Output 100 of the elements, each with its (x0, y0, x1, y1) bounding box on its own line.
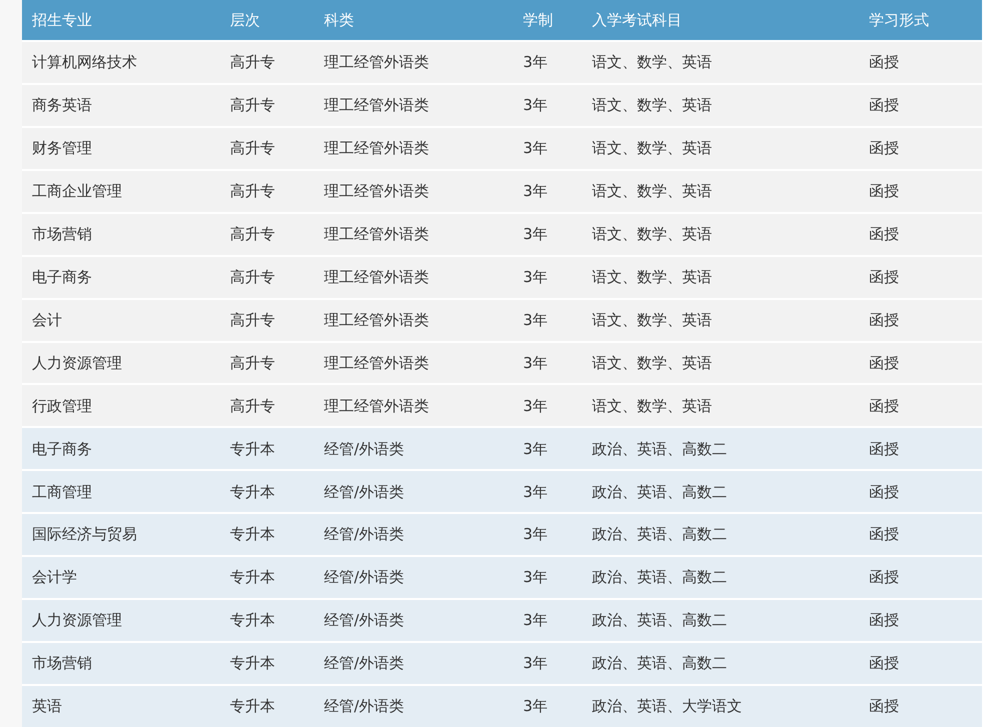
table-cell-text: 语文、数学、英语 (591, 95, 713, 116)
table-cell-text: 政治、英语、高数二 (591, 524, 728, 546)
table-cell-text: 工商企业管理 (31, 180, 123, 202)
table-cell-text: 人力资源管理 (31, 352, 123, 374)
table-cell-text: 行政管理 (31, 396, 93, 417)
table-cell-text: 理工经管外语类 (323, 52, 430, 74)
table-cell-text: 政治、英语、高数二 (591, 653, 728, 674)
table-cell-text: 函授 (868, 482, 900, 503)
table-cell-text: 函授 (868, 696, 900, 718)
table-cell-text: 语文、数学、英语 (591, 180, 713, 202)
table-cell-text: 语文、数学、英语 (591, 224, 713, 245)
table-cell-text: 理工经管外语类 (323, 138, 430, 160)
table-cell-text: 理工经管外语类 (323, 310, 430, 331)
table-cell-text: 3年 (522, 567, 549, 588)
table-cell-text: 经管/外语类 (323, 482, 406, 503)
table-cell-text: 会计学 (31, 567, 78, 588)
table-cell-text: 高升专 (229, 224, 276, 245)
table-cell-text: 经管/外语类 (323, 524, 406, 546)
table-cell-text: 3年 (522, 438, 549, 460)
table-cell-text: 电子商务 (31, 266, 93, 288)
table-cell-text: 专升本 (229, 696, 276, 718)
table-cell-text: 商务英语 (31, 95, 93, 116)
table-cell-text: 函授 (868, 224, 900, 245)
table-cell-text: 函授 (868, 653, 900, 674)
table-cell-text: 高升专 (229, 95, 276, 116)
table-cell-text: 专升本 (229, 653, 276, 674)
column-header: 学习形式 (868, 10, 930, 31)
table-cell-text: 理工经管外语类 (323, 95, 430, 116)
table-cell-text: 3年 (522, 396, 549, 417)
table-cell-text: 语文、数学、英语 (591, 396, 713, 417)
table-cell-text: 3年 (522, 482, 549, 503)
table-cell-text: 高升专 (229, 310, 276, 331)
table-cell-text: 计算机网络技术 (31, 52, 138, 74)
table-cell-text: 专升本 (229, 567, 276, 588)
table-cell-text: 会计 (31, 310, 63, 331)
table-cell-text: 经管/外语类 (323, 653, 406, 674)
column-header: 学制 (522, 10, 554, 31)
table-cell-text: 政治、英语、高数二 (591, 567, 728, 588)
table-cell-text: 专升本 (229, 438, 276, 460)
table-cell-text: 语文、数学、英语 (591, 352, 713, 374)
table-cell-text: 函授 (868, 180, 900, 202)
table-cell-text: 3年 (522, 224, 549, 245)
table-cell-text: 函授 (868, 524, 900, 546)
table-cell-text: 工商管理 (31, 482, 93, 503)
table-cell-text: 语文、数学、英语 (591, 138, 713, 160)
table-cell-text: 函授 (868, 610, 900, 632)
table-cell-text: 政治、英语、高数二 (591, 482, 728, 503)
table-cell-text: 3年 (522, 524, 549, 546)
table-cell-text: 语文、数学、英语 (591, 310, 713, 331)
table-cell-text: 高升专 (229, 396, 276, 417)
table-cell-text: 3年 (522, 95, 549, 116)
table-cell-text: 高升专 (229, 52, 276, 74)
table-cell-text: 人力资源管理 (31, 610, 123, 632)
table-cell-text: 经管/外语类 (323, 696, 406, 718)
column-header: 招生专业 (31, 10, 93, 31)
table-cell-text: 3年 (522, 180, 549, 202)
table-cell-text: 理工经管外语类 (323, 352, 430, 374)
table-cell-text: 经管/外语类 (323, 438, 406, 460)
table-cell-text: 3年 (522, 696, 549, 718)
table-cell-text: 专升本 (229, 524, 276, 546)
table-cell-text: 3年 (522, 266, 549, 288)
table-cell-text: 英语 (31, 696, 63, 718)
table-cell-text: 经管/外语类 (323, 610, 406, 632)
table-cell-text: 3年 (522, 138, 549, 160)
table-cell-text: 函授 (868, 567, 900, 588)
column-header: 入学考试科目 (591, 10, 683, 31)
table-cell-text: 政治、英语、高数二 (591, 438, 728, 460)
table-cell-text: 函授 (868, 266, 900, 288)
table-cell-text: 语文、数学、英语 (591, 52, 713, 74)
table-cell-text: 经管/外语类 (323, 567, 406, 588)
table-cell-text: 语文、数学、英语 (591, 266, 713, 288)
table-cell-text: 函授 (868, 396, 900, 417)
table-cell-text: 政治、英语、大学语文 (591, 696, 743, 718)
table-cell-text: 高升专 (229, 352, 276, 374)
table-cell-text: 函授 (868, 138, 900, 160)
column-header: 科类 (323, 10, 355, 31)
table-cell-text: 理工经管外语类 (323, 266, 430, 288)
table-cell-text: 3年 (522, 653, 549, 674)
table-cell-text: 函授 (868, 95, 900, 116)
table-cell-text: 高升专 (229, 138, 276, 160)
table-cell-text: 3年 (522, 52, 549, 74)
table-cell-text: 电子商务 (31, 438, 93, 460)
table-cell-text: 理工经管外语类 (323, 224, 430, 245)
table-cell-text: 专升本 (229, 610, 276, 632)
table-cell-text: 3年 (522, 352, 549, 374)
table-cell-text: 3年 (522, 610, 549, 632)
table-cell-text: 高升专 (229, 266, 276, 288)
table-cell-text: 专升本 (229, 482, 276, 503)
table-cell-text: 理工经管外语类 (323, 396, 430, 417)
table-cell-text: 市场营销 (31, 653, 93, 674)
table-cell-text: 函授 (868, 310, 900, 331)
table-cell-text: 国际经济与贸易 (31, 524, 138, 546)
table-cell-text: 理工经管外语类 (323, 180, 430, 202)
column-header: 层次 (229, 10, 261, 31)
table-cell-text: 3年 (522, 310, 549, 331)
table-cell-text: 函授 (868, 352, 900, 374)
table-cell-text: 函授 (868, 438, 900, 460)
table-cell-text: 高升专 (229, 180, 276, 202)
table-cell-text: 财务管理 (31, 138, 93, 160)
table-cell-text: 函授 (868, 52, 900, 74)
